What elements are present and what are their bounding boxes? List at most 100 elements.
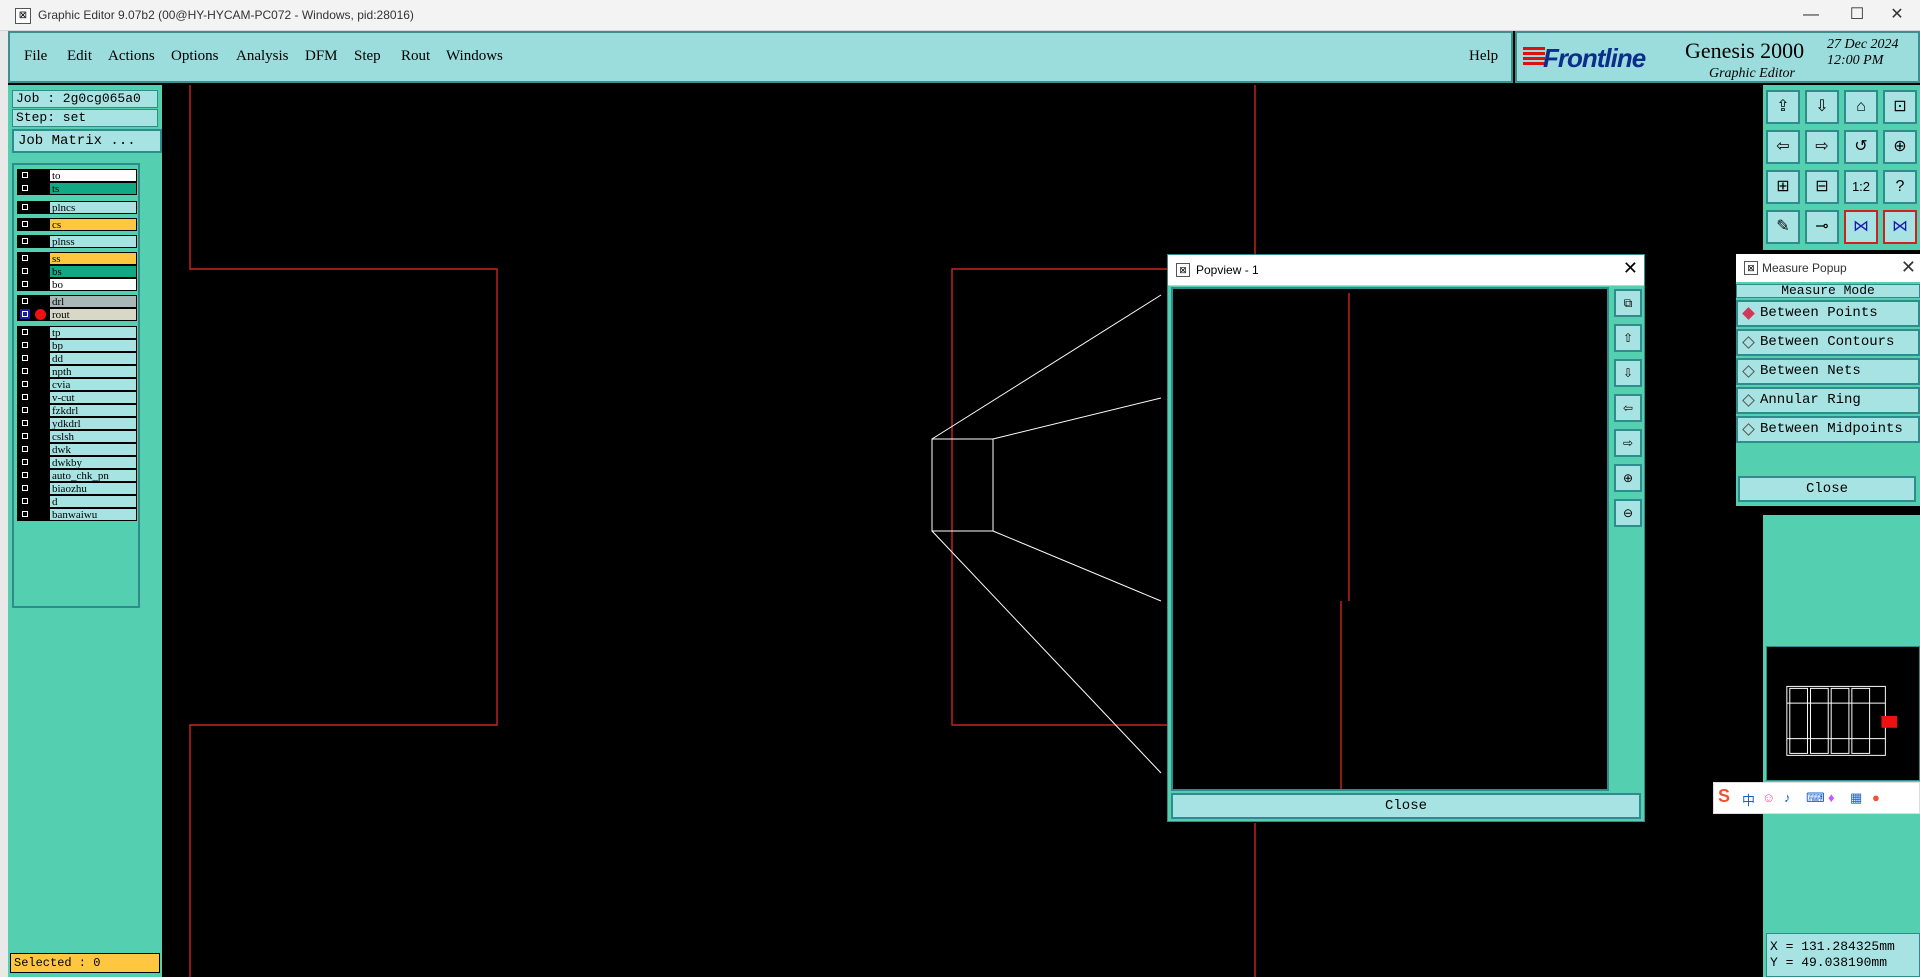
ime-skin-icon[interactable]: ♦ — [1828, 790, 1835, 805]
cursor-icon[interactable]: ⊸ — [1805, 210, 1839, 244]
layer-checkbox[interactable] — [20, 509, 30, 519]
layer-row-rout[interactable]: rout — [17, 308, 137, 321]
layer-row-biaozhu[interactable]: biaozhu — [17, 482, 137, 495]
layer-checkbox[interactable] — [20, 483, 30, 493]
popview-titlebar[interactable]: ⊠ Popview - 1 ✕ — [1168, 255, 1644, 286]
menu-step[interactable]: Step — [354, 48, 381, 65]
layer-checkbox[interactable] — [20, 496, 30, 506]
menu-dfm[interactable]: DFM — [305, 48, 338, 65]
layer-checkbox[interactable] — [20, 457, 30, 467]
layer-row-banwaiwu[interactable]: banwaiwu — [17, 508, 137, 521]
layer-checkbox[interactable] — [20, 219, 30, 229]
ime-lang[interactable]: 中 — [1742, 790, 1755, 809]
layer-row-auto_chk_pn[interactable]: auto_chk_pn — [17, 469, 137, 482]
layer-checkbox[interactable] — [20, 202, 30, 212]
layer-row-drl[interactable]: drl — [17, 295, 137, 308]
layer-row-ss[interactable]: ss — [17, 252, 137, 265]
zoom-area-icon[interactable]: ⊞ — [1766, 170, 1800, 204]
layer-checkbox[interactable] — [20, 366, 30, 376]
layer-row-dd[interactable]: dd — [17, 352, 137, 365]
menu-actions[interactable]: Actions — [108, 48, 155, 65]
snap-tool-icon[interactable]: ✎ — [1766, 210, 1800, 244]
ime-mic-icon[interactable]: ♪ — [1784, 790, 1791, 805]
layer-checkbox[interactable] — [20, 279, 30, 289]
zoom-fit-icon[interactable]: ⇩ — [1805, 90, 1839, 124]
layer-row-cslsh[interactable]: cslsh — [17, 430, 137, 443]
ime-keyboard-icon[interactable]: ⌨ — [1806, 790, 1825, 806]
layer-row-bs[interactable]: bs — [17, 265, 137, 278]
pan-left-icon[interactable]: ⇦ — [1766, 130, 1800, 164]
measure-close-button[interactable]: Close — [1738, 476, 1916, 502]
layer-row-dwk[interactable]: dwk — [17, 443, 137, 456]
ime-menu-icon[interactable]: ● — [1872, 790, 1880, 805]
menu-edit[interactable]: Edit — [67, 48, 92, 65]
layer-row-npth[interactable]: npth — [17, 365, 137, 378]
layer-checkbox[interactable] — [20, 266, 30, 276]
pv-pan-up-icon[interactable]: ⇧ — [1614, 324, 1642, 352]
layer-checkbox[interactable] — [20, 253, 30, 263]
net-icon[interactable]: ⋈ — [1844, 210, 1878, 244]
close-window-button[interactable]: ✕ — [1874, 0, 1920, 30]
layer-checkbox[interactable] — [20, 392, 30, 402]
pv-pan-left-icon[interactable]: ⇦ — [1614, 394, 1642, 422]
zoom-in-icon[interactable]: ⊕ — [1883, 130, 1917, 164]
layer-row-ydkdrl[interactable]: ydkdrl — [17, 417, 137, 430]
layer-checkbox[interactable] — [20, 183, 30, 193]
window-icon[interactable]: ⊡ — [1883, 90, 1917, 124]
measure-option-between-nets[interactable]: Between Nets — [1736, 358, 1920, 385]
layer-checkbox[interactable] — [20, 353, 30, 363]
layer-checkbox[interactable] — [20, 236, 30, 246]
zoom-home-icon[interactable]: ⇪ — [1766, 90, 1800, 124]
pv-pan-down-icon[interactable]: ⇩ — [1614, 359, 1642, 387]
layer-checkbox[interactable] — [20, 431, 30, 441]
pv-zoom-home-icon[interactable]: ⧉ — [1614, 289, 1642, 317]
zoom-window-icon[interactable]: ⊟ — [1805, 170, 1839, 204]
layer-row-dwkby[interactable]: dwkby — [17, 456, 137, 469]
layer-row-cs[interactable]: cs — [17, 218, 137, 231]
layer-row-d[interactable]: d — [17, 495, 137, 508]
pv-zoom-out-icon[interactable]: ⊖ — [1614, 499, 1642, 527]
layer-checkbox[interactable] — [20, 309, 30, 319]
layer-checkbox[interactable] — [20, 327, 30, 337]
popview-close-button[interactable]: Close — [1171, 793, 1641, 819]
ime-toolbar[interactable]: S 中 ☺ ♪ ⌨ ♦ ▦ ● — [1713, 782, 1920, 814]
layer-checkbox[interactable] — [20, 405, 30, 415]
layer-row-cvia[interactable]: cvia — [17, 378, 137, 391]
layer-row-plnss[interactable]: plnss — [17, 235, 137, 248]
menu-file[interactable]: File — [24, 48, 47, 65]
popview-close-icon[interactable]: ✕ — [1623, 258, 1638, 279]
pv-pan-right-icon[interactable]: ⇨ — [1614, 429, 1642, 457]
job-matrix-button[interactable]: Job Matrix ... — [12, 129, 162, 153]
layer-checkbox[interactable] — [20, 470, 30, 480]
layer-checkbox[interactable] — [20, 418, 30, 428]
layer-row-fzkdrl[interactable]: fzkdrl — [17, 404, 137, 417]
layer-row-tp[interactable]: tp — [17, 326, 137, 339]
minimize-button[interactable]: — — [1788, 0, 1834, 30]
layer-row-plncs[interactable]: plncs — [17, 201, 137, 214]
layer-checkbox[interactable] — [20, 296, 30, 306]
layer-row-to[interactable]: to — [17, 169, 137, 182]
measure-close-icon[interactable]: ✕ — [1901, 257, 1916, 278]
net-highlight-icon[interactable]: ⋈ — [1883, 210, 1917, 244]
pan-right-icon[interactable]: ⇨ — [1805, 130, 1839, 164]
scale-1-2-icon[interactable]: 1:2 — [1844, 170, 1878, 204]
popview-screen[interactable] — [1171, 287, 1609, 791]
measure-titlebar[interactable]: ⊠ Measure Popup ✕ — [1736, 254, 1920, 282]
pv-zoom-in-icon[interactable]: ⊕ — [1614, 464, 1642, 492]
menu-analysis[interactable]: Analysis — [236, 48, 289, 65]
measure-option-annular-ring[interactable]: Annular Ring — [1736, 387, 1920, 414]
measure-option-between-points[interactable]: Between Points — [1736, 300, 1920, 327]
layer-checkbox[interactable] — [20, 444, 30, 454]
layer-row-v-cut[interactable]: v-cut — [17, 391, 137, 404]
layer-row-bp[interactable]: bp — [17, 339, 137, 352]
measure-option-between-contours[interactable]: Between Contours — [1736, 329, 1920, 356]
measure-option-between-midpoints[interactable]: Between Midpoints — [1736, 416, 1920, 443]
layer-row-ts[interactable]: ts — [17, 182, 137, 195]
layer-row-bo[interactable]: bo — [17, 278, 137, 291]
menu-rout[interactable]: Rout — [401, 48, 430, 65]
overview-map[interactable] — [1766, 646, 1920, 781]
layer-checkbox[interactable] — [20, 170, 30, 180]
ime-grid-icon[interactable]: ▦ — [1850, 790, 1862, 806]
ime-emoji-icon[interactable]: ☺ — [1762, 790, 1775, 805]
menu-help[interactable]: Help — [1469, 48, 1498, 65]
